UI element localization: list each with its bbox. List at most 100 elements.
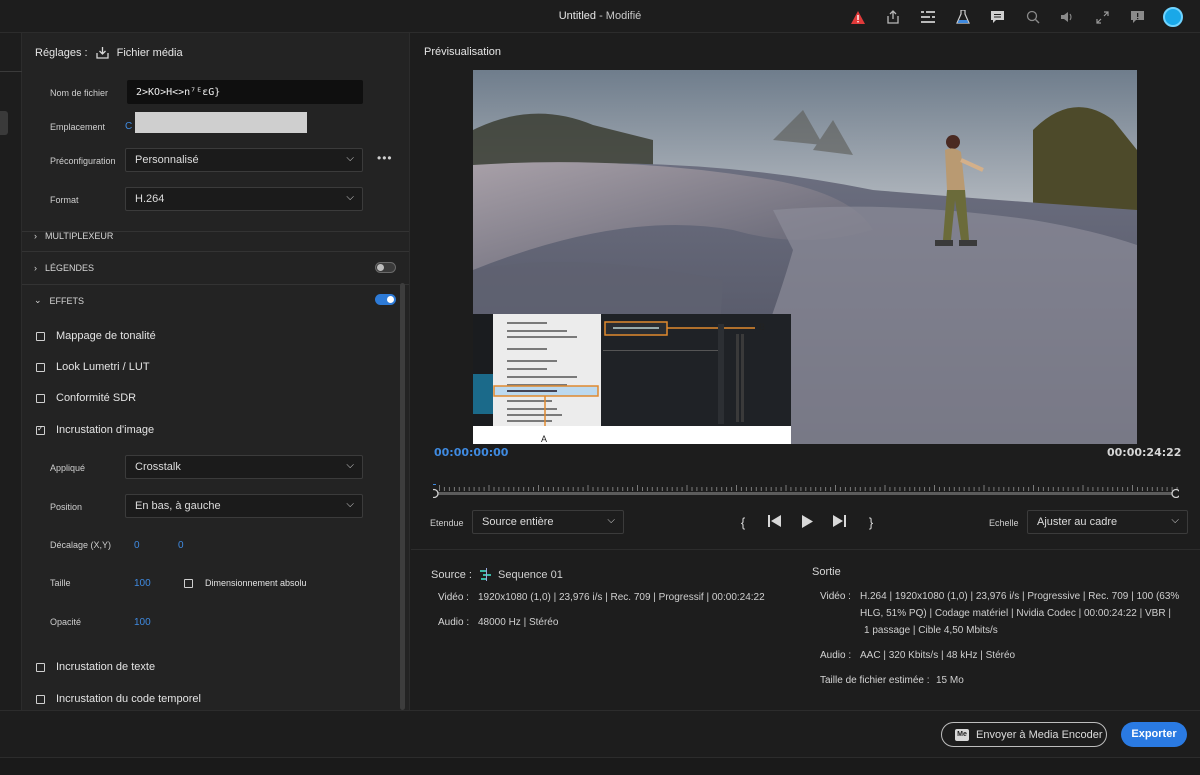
position-select[interactable]: En bas, à gauche ⌵ — [125, 494, 363, 518]
size-value[interactable]: 100 — [134, 578, 151, 589]
settings-scrollbar[interactable] — [400, 283, 405, 710]
output-video-label: Vidéo : — [820, 591, 851, 602]
timeline-tick — [1013, 487, 1015, 491]
lumetri-checkbox[interactable] — [36, 362, 45, 372]
captions-section[interactable]: › LÉGENDES — [34, 263, 94, 273]
timeline-tick — [909, 487, 911, 491]
timeline-tick — [825, 487, 827, 491]
comment-icon[interactable] — [980, 6, 1015, 28]
sdr-row[interactable]: Conformité SDR — [36, 392, 136, 404]
fullscreen-icon[interactable] — [1085, 6, 1120, 28]
absolute-size-row[interactable]: Dimensionnement absolu — [184, 578, 307, 588]
effects-section[interactable]: ⌄ EFFETS — [34, 295, 84, 306]
timeline-tick — [473, 487, 475, 491]
timecode-end: 00:00:24:22 — [1107, 446, 1182, 459]
timeline-tick — [1042, 487, 1044, 491]
play-icon[interactable] — [791, 515, 823, 531]
timeline-tick — [716, 487, 718, 491]
format-select[interactable]: H.264 ⌵ — [125, 187, 363, 211]
timecode-overlay-checkbox[interactable] — [36, 694, 45, 704]
queue-icon[interactable] — [910, 6, 945, 28]
action-bar: Me Envoyer à Media Encoder Exporter — [0, 710, 1200, 757]
effects-toggle[interactable] — [375, 294, 396, 305]
timeline-tick — [805, 487, 807, 491]
image-overlay-checkbox[interactable] — [36, 424, 45, 435]
out-point-handle[interactable] — [1171, 488, 1181, 499]
timeline-tick — [661, 487, 663, 491]
timeline-tick — [607, 487, 609, 491]
timeline-tick — [1107, 487, 1109, 491]
user-avatar[interactable] — [1155, 6, 1190, 28]
transport-controls: { } — [727, 515, 887, 531]
timeline-tick — [943, 487, 945, 491]
in-point-handle[interactable] — [429, 488, 439, 499]
chevron-down-icon: ⌄ — [34, 295, 42, 305]
tone-mapping-row[interactable]: Mappage de tonalité — [36, 330, 156, 342]
text-overlay-row[interactable]: Incrustation de texte — [36, 661, 155, 673]
send-to-media-encoder-button[interactable]: Me Envoyer à Media Encoder — [941, 722, 1107, 747]
mark-in-icon[interactable]: { — [727, 515, 759, 531]
multiplexer-section[interactable]: › MULTIPLEXEUR — [34, 231, 113, 241]
timeline-tick — [478, 487, 480, 491]
export-button[interactable]: Exporter — [1121, 722, 1187, 747]
settings-header: Réglages : Fichier média — [35, 46, 183, 59]
timeline-tick — [458, 487, 460, 491]
timeline-tick — [745, 487, 747, 491]
warning-icon[interactable] — [840, 6, 875, 28]
lumetri-row[interactable]: Look Lumetri / LUT — [36, 361, 150, 373]
offset-x-value[interactable]: 0 — [134, 540, 140, 551]
timeline-tick — [1122, 487, 1124, 491]
image-overlay-label: Incrustation d'image — [56, 424, 155, 436]
strip-tab[interactable] — [0, 111, 8, 135]
source-label: Source : — [431, 569, 472, 581]
step-forward-icon[interactable] — [823, 515, 855, 531]
timeline-tick — [775, 487, 777, 491]
feedback-icon[interactable] — [1120, 6, 1155, 28]
preview-title: Prévisualisation — [424, 46, 502, 58]
timeline-tick — [1112, 487, 1114, 491]
step-back-icon[interactable] — [759, 515, 791, 531]
playhead[interactable] — [431, 477, 436, 485]
timecode-overlay-row[interactable]: Incrustation du code temporel — [36, 693, 201, 705]
timeline-tick — [498, 487, 500, 491]
opacity-value[interactable]: 100 — [134, 617, 151, 628]
zoom-icon[interactable] — [1015, 6, 1050, 28]
timeline-tick — [904, 487, 906, 491]
timeline-tick — [1132, 485, 1133, 491]
mark-out-icon[interactable]: } — [855, 515, 887, 531]
timeline-tick — [770, 487, 772, 491]
share-icon[interactable] — [875, 6, 910, 28]
sdr-checkbox[interactable] — [36, 393, 45, 403]
timeline-tick — [533, 487, 534, 491]
scale-select[interactable]: Ajuster au cadre ⌵ — [1027, 510, 1188, 534]
chevron-down-icon: ⌵ — [346, 460, 354, 471]
image-overlay-preview: B A — [473, 314, 791, 444]
more-options-icon[interactable]: ••• — [377, 151, 393, 165]
lab-icon[interactable] — [945, 6, 980, 28]
timeline-tick — [1023, 487, 1025, 491]
text-overlay-checkbox[interactable] — [36, 662, 45, 672]
timeline-tick — [899, 487, 901, 491]
timeline-ruler[interactable] — [429, 477, 1181, 499]
timeline-tick — [1082, 485, 1084, 491]
timecode-start[interactable]: 00:00:00:00 — [434, 446, 508, 459]
captions-toggle[interactable] — [375, 262, 396, 273]
location-link[interactable]: C — [125, 121, 132, 132]
range-select[interactable]: Source entière ⌵ — [472, 510, 624, 534]
tone-mapping-checkbox[interactable] — [36, 331, 45, 341]
absolute-size-checkbox[interactable] — [184, 578, 193, 588]
avatar[interactable] — [1162, 7, 1183, 27]
image-overlay-row[interactable]: Incrustation d'image — [36, 424, 154, 436]
timeline-tick — [1146, 487, 1148, 491]
document-title: Untitled — [558, 10, 597, 22]
timecode-overlay-label: Incrustation du code temporel — [56, 693, 201, 705]
timeline-tick — [1003, 487, 1005, 491]
timeline-scrubber[interactable] — [429, 477, 1181, 499]
applied-select[interactable]: Crosstalk ⌵ — [125, 455, 363, 479]
preset-select[interactable]: Personnalisé ⌵ — [125, 148, 363, 172]
filename-input[interactable]: 2>KO>H<>n⁷ᴱɛG} — [127, 80, 363, 104]
volume-icon[interactable] — [1050, 6, 1085, 28]
location-path-field[interactable] — [135, 112, 307, 133]
timeline-tick — [934, 485, 935, 491]
offset-y-value[interactable]: 0 — [178, 540, 184, 551]
